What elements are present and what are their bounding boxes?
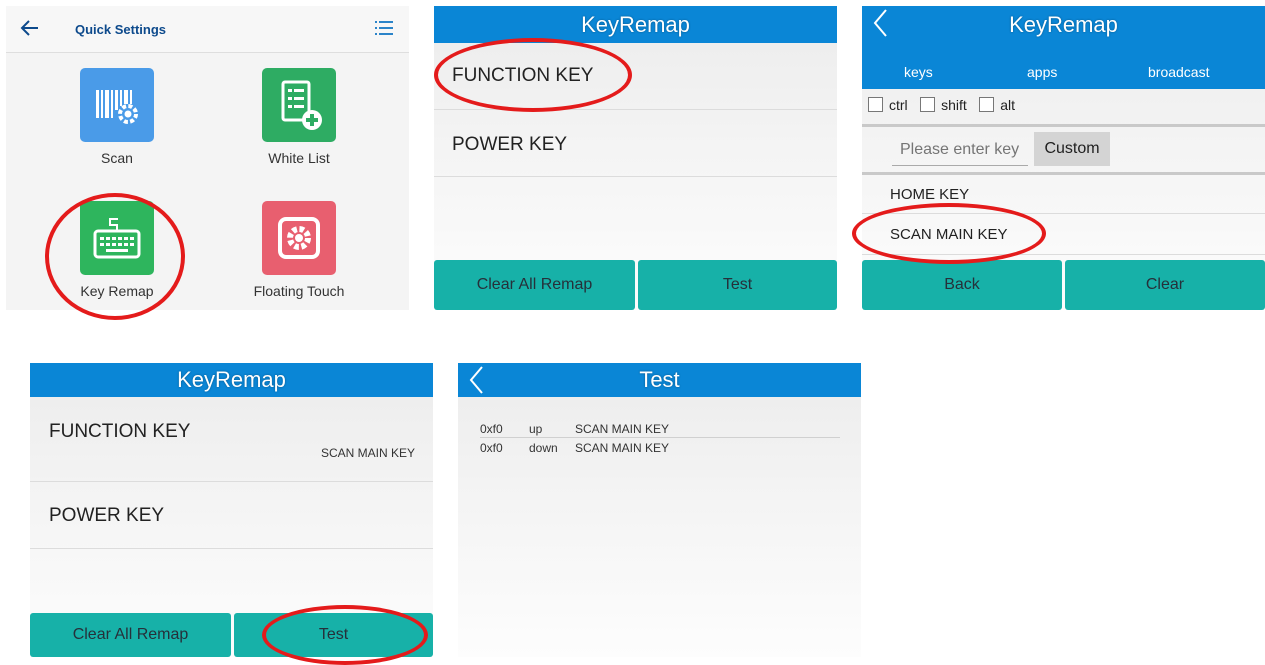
screen-title: KeyRemap xyxy=(177,367,286,392)
key-row-power[interactable]: POWER KEY xyxy=(30,482,433,549)
keyremap-screen: KeyRemap FUNCTION KEY POWER KEY Clear Al… xyxy=(434,6,837,310)
tab-broadcast[interactable]: broadcast xyxy=(1148,64,1209,80)
screen-title: KeyRemap xyxy=(581,12,690,37)
quick-settings-screen: Quick Settings Scan White List Key Remap xyxy=(6,6,409,310)
key-remap-tile[interactable] xyxy=(80,201,154,275)
log-entry: 0xf0 down SCAN MAIN KEY xyxy=(480,441,840,456)
key-code-input[interactable] xyxy=(892,134,1028,166)
white-list-tile[interactable] xyxy=(262,68,336,142)
log-code: 0xf0 xyxy=(480,441,503,455)
key-row-function[interactable]: FUNCTION KEY SCAN MAIN KEY xyxy=(30,397,433,482)
option-label: HOME KEY xyxy=(890,186,970,203)
alt-label: alt xyxy=(1000,97,1016,113)
title-bar: KeyRemap keys apps broadcast xyxy=(862,6,1265,89)
scan-tile[interactable] xyxy=(80,68,154,142)
option-label: SCAN MAIN KEY xyxy=(890,226,1008,243)
key-row-label: FUNCTION KEY xyxy=(452,65,594,86)
screen-title: KeyRemap xyxy=(1009,12,1118,37)
floating-touch-label: Floating Touch xyxy=(253,283,345,299)
title-bar: KeyRemap xyxy=(30,363,433,397)
mapped-key-value: SCAN MAIN KEY xyxy=(320,446,415,460)
divider xyxy=(862,124,1265,127)
key-row-label: POWER KEY xyxy=(49,505,165,526)
log-entry: 0xf0 up SCAN MAIN KEY xyxy=(480,422,840,438)
ctrl-checkbox[interactable] xyxy=(868,97,883,112)
test-screen: Test 0xf0 up SCAN MAIN KEY 0xf0 down SCA… xyxy=(458,363,861,657)
quick-settings-header: Quick Settings xyxy=(6,6,409,53)
title-bar: Test xyxy=(458,363,861,397)
back-arrow-icon[interactable] xyxy=(20,18,40,43)
tab-apps[interactable]: apps xyxy=(1027,64,1057,80)
clear-button[interactable]: Clear xyxy=(1065,260,1265,310)
title-bar: KeyRemap xyxy=(434,6,837,43)
keyboard-icon xyxy=(93,218,141,259)
log-key: SCAN MAIN KEY xyxy=(575,441,670,455)
alt-checkbox[interactable] xyxy=(979,97,995,112)
page-title: Quick Settings xyxy=(75,22,167,37)
log-key: SCAN MAIN KEY xyxy=(575,422,670,436)
key-remap-label: Key Remap xyxy=(80,283,154,299)
clear-all-remap-button[interactable]: Clear All Remap xyxy=(30,613,231,657)
option-scan-main-key[interactable]: SCAN MAIN KEY xyxy=(862,214,1265,255)
list-menu-icon[interactable] xyxy=(375,20,393,41)
key-row-label: FUNCTION KEY xyxy=(49,421,191,442)
screen-title: Test xyxy=(639,367,680,392)
log-action: up xyxy=(529,422,543,436)
key-row-function[interactable]: FUNCTION KEY xyxy=(434,43,837,110)
white-list-label: White List xyxy=(268,150,330,166)
shift-checkbox[interactable] xyxy=(920,97,936,112)
checklist-add-icon xyxy=(281,80,322,130)
test-button[interactable]: Test xyxy=(638,260,837,310)
test-button[interactable]: Test xyxy=(234,613,433,657)
key-row-label: POWER KEY xyxy=(452,134,568,155)
tab-keys[interactable]: keys xyxy=(904,64,933,80)
custom-button[interactable]: Custom xyxy=(1034,132,1110,166)
key-row-power[interactable]: POWER KEY xyxy=(434,110,837,177)
modifier-row: ctrl shift alt xyxy=(868,97,1023,115)
barcode-gear-icon xyxy=(96,90,138,124)
option-home-key[interactable]: HOME KEY xyxy=(862,175,1265,214)
back-chevron-icon[interactable] xyxy=(468,365,484,400)
scan-label: Scan xyxy=(101,150,133,166)
log-code: 0xf0 xyxy=(480,422,503,436)
back-button[interactable]: Back xyxy=(862,260,1062,310)
shift-label: shift xyxy=(941,97,967,113)
keyremap-select-screen: KeyRemap keys apps broadcast ctrl shift … xyxy=(862,6,1265,310)
back-chevron-icon[interactable] xyxy=(872,8,888,43)
ctrl-label: ctrl xyxy=(889,97,908,113)
log-action: down xyxy=(529,441,558,455)
keyremap-result-screen: KeyRemap FUNCTION KEY SCAN MAIN KEY POWE… xyxy=(30,363,433,657)
gear-box-icon xyxy=(278,217,320,259)
floating-touch-tile[interactable] xyxy=(262,201,336,275)
clear-all-remap-button[interactable]: Clear All Remap xyxy=(434,260,635,310)
